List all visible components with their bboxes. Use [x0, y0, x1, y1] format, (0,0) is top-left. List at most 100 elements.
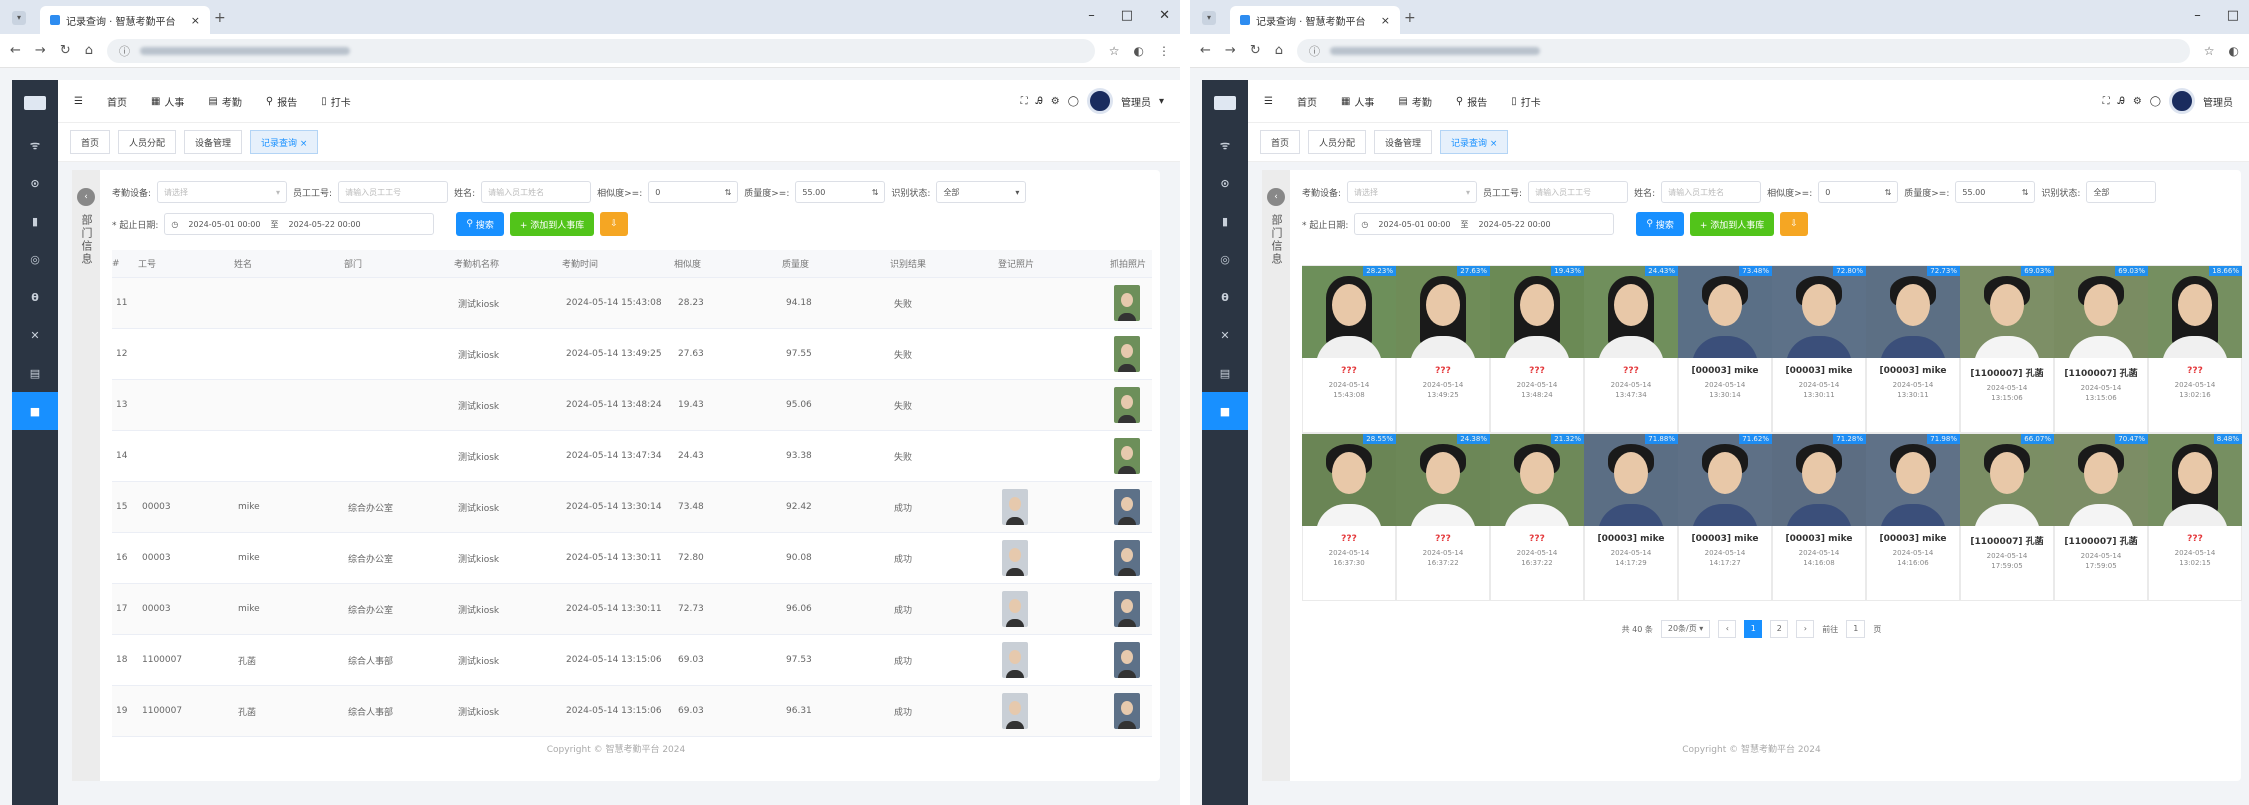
tag-home[interactable]: 首页 — [1260, 130, 1301, 154]
column-header[interactable]: 质量度 — [782, 257, 890, 270]
capture-photo[interactable]: 69.03% — [1960, 266, 2054, 358]
quality-input[interactable]: 55.00 ⇅ — [795, 181, 886, 203]
font-size-icon[interactable]: Ꭿ — [1036, 96, 1043, 107]
menu-icon[interactable]: ⋮ — [1158, 44, 1170, 58]
similarity-input[interactable]: 0 ⇅ — [1818, 181, 1899, 203]
add-to-personnel-button[interactable]: + 添加到人事库 — [1689, 212, 1775, 236]
capture-card[interactable]: 66.07% [1100007] 孔菡 2024-05-14 17:59:05 — [1960, 433, 2054, 601]
capture-photo[interactable]: 27.63% — [1396, 266, 1490, 358]
capture-card[interactable]: 71.62% [00003] mike 2024-05-14 14:17:27 — [1678, 433, 1772, 601]
capture-photo[interactable]: 18.66% — [2148, 266, 2242, 358]
bookmark-star-icon[interactable]: ☆ — [1109, 44, 1120, 58]
table-row[interactable]: 11 测试kiosk 2024-05-14 15:43:08 28.23 94.18 失败 — [112, 278, 1152, 329]
goto-page-input[interactable]: 1 — [1846, 620, 1866, 638]
table-row[interactable]: 12 测试kiosk 2024-05-14 13:49:25 27.63 97.55 失败 — [112, 329, 1152, 380]
sidebar-item-records[interactable]: ■ — [1202, 392, 1248, 430]
tag-record-query[interactable]: 记录查询 × — [1440, 130, 1509, 154]
next-page-button[interactable]: › — [1796, 620, 1815, 638]
font-size-icon[interactable]: Ꭿ — [2118, 96, 2125, 107]
registered-photo[interactable] — [1002, 540, 1028, 576]
similarity-input[interactable]: 0 ⇅ — [648, 181, 739, 203]
theme-icon[interactable]: ◯ — [1068, 96, 1079, 107]
status-select[interactable]: 全部 — [2086, 181, 2157, 203]
stepper-icon[interactable]: ⇅ — [725, 188, 732, 197]
tab-list-button[interactable]: ▾ — [12, 11, 26, 25]
site-info-icon[interactable]: ⓘ — [1309, 43, 1320, 59]
user-name[interactable]: 管理员 — [2203, 94, 2233, 109]
table-row[interactable]: 15 00003 mike 综合办公室 测试kiosk 2024-05-14 13:30:… — [112, 482, 1152, 533]
maximize-button[interactable]: □ — [1121, 8, 1133, 23]
menu-home[interactable]: 首页 — [107, 94, 127, 109]
sidebar-item-wifi[interactable]: ᯤ — [1202, 126, 1248, 164]
menu-home[interactable]: 首页 — [1297, 94, 1317, 109]
capture-photo[interactable]: 71.28% — [1772, 434, 1866, 526]
capture-photo[interactable]: 28.23% — [1302, 266, 1396, 358]
sidebar-item-eye[interactable]: ◎ — [12, 240, 58, 278]
captured-photo[interactable] — [1114, 489, 1140, 525]
capture-photo[interactable]: 71.62% — [1678, 434, 1772, 526]
search-button[interactable]: ⚲ 搜索 — [1636, 212, 1684, 236]
hamburger-icon[interactable]: ☰ — [74, 96, 83, 107]
page-size-select[interactable]: 20条/页 ▾ — [1660, 620, 1711, 638]
sidebar-item-target[interactable]: ⊙ — [1202, 164, 1248, 202]
reload-icon[interactable]: ↻ — [60, 43, 71, 58]
sidebar-item-tools[interactable]: ✕ — [1202, 316, 1248, 354]
column-header[interactable]: 识别结果 — [890, 257, 998, 270]
capture-photo[interactable]: 71.98% — [1866, 434, 1960, 526]
dept-toggle-button[interactable]: ‹ — [77, 188, 95, 206]
menu-personnel[interactable]: ▦ 人事 — [1341, 94, 1374, 109]
hamburger-icon[interactable]: ☰ — [1264, 96, 1273, 107]
tab-list-button[interactable]: ▾ — [1202, 11, 1216, 25]
forward-icon[interactable]: → — [35, 43, 46, 58]
capture-card[interactable]: 8.48%??? 2024-05-14 13:02:15 — [2148, 433, 2242, 601]
name-input[interactable]: 请输入员工姓名 — [481, 181, 592, 203]
capture-card[interactable]: 69.03% [1100007] 孔菡 2024-05-14 13:15:06 — [1960, 265, 2054, 433]
back-icon[interactable]: ← — [1200, 43, 1211, 58]
capture-card[interactable]: 70.47% [1100007] 孔菡 2024-05-14 17:59:05 — [2054, 433, 2148, 601]
menu-clockin[interactable]: ▯ 打卡 — [321, 94, 351, 109]
new-tab-button[interactable]: + — [1404, 10, 1416, 26]
sidebar-item-records[interactable]: ■ — [12, 392, 58, 430]
column-header[interactable]: 姓名 — [234, 257, 344, 270]
forward-icon[interactable]: → — [1225, 43, 1236, 58]
stepper-icon[interactable]: ⇅ — [1885, 188, 1892, 197]
tab-close-button[interactable]: × — [1381, 14, 1390, 27]
url-field[interactable]: ⓘ — [1296, 38, 2190, 63]
dept-toggle-button[interactable]: ‹ — [1267, 188, 1285, 206]
capture-photo[interactable]: 28.55% — [1302, 434, 1396, 526]
captured-photo[interactable] — [1114, 336, 1140, 372]
menu-report[interactable]: ⚲ 报告 — [266, 94, 297, 109]
capture-photo[interactable]: 24.38% — [1396, 434, 1490, 526]
sidebar-item-user[interactable]: θ — [12, 278, 58, 316]
capture-card[interactable]: 28.23%??? 2024-05-14 15:43:08 — [1302, 265, 1396, 433]
browser-tab[interactable]: 记录查询 · 智慧考勤平台 × — [1230, 6, 1400, 34]
capture-card[interactable]: 71.28% [00003] mike 2024-05-14 14:16:08 — [1772, 433, 1866, 601]
url-field[interactable]: ⓘ — [106, 38, 1095, 63]
capture-card[interactable]: 19.43%??? 2024-05-14 13:48:24 — [1490, 265, 1584, 433]
add-to-personnel-button[interactable]: + 添加到人事库 — [509, 212, 595, 236]
capture-photo[interactable]: 72.73% — [1866, 266, 1960, 358]
table-row[interactable]: 14 测试kiosk 2024-05-14 13:47:34 24.43 93.38 失败 — [112, 431, 1152, 482]
sidebar-item-chart[interactable]: ▮ — [1202, 202, 1248, 240]
registered-photo[interactable] — [1002, 489, 1028, 525]
capture-photo[interactable]: 71.88% — [1584, 434, 1678, 526]
column-header[interactable]: 抓拍照片 — [1110, 257, 1152, 270]
tag-record-query[interactable]: 记录查询 × — [250, 130, 319, 154]
sidebar-item-wifi[interactable]: ᯤ — [12, 126, 58, 164]
menu-attendance[interactable]: ▤ 考勤 — [208, 94, 241, 109]
menu-attendance[interactable]: ▤ 考勤 — [1398, 94, 1431, 109]
captured-photo[interactable] — [1114, 642, 1140, 678]
fullscreen-icon[interactable]: ⛶ — [1021, 96, 1028, 107]
reload-icon[interactable]: ↻ — [1250, 43, 1261, 58]
table-row[interactable]: 13 测试kiosk 2024-05-14 13:48:24 19.43 95.06 失败 — [112, 380, 1152, 431]
captured-photo[interactable] — [1114, 540, 1140, 576]
capture-card[interactable]: 73.48% [00003] mike 2024-05-14 13:30:14 — [1678, 265, 1772, 433]
capture-card[interactable]: 21.32%??? 2024-05-14 16:37:22 — [1490, 433, 1584, 601]
capture-card[interactable]: 24.43%??? 2024-05-14 13:47:34 — [1584, 265, 1678, 433]
tag-device-manage[interactable]: 设备管理 — [1374, 130, 1433, 154]
site-info-icon[interactable]: ⓘ — [119, 43, 130, 59]
menu-personnel[interactable]: ▦ 人事 — [151, 94, 184, 109]
captured-photo[interactable] — [1114, 591, 1140, 627]
status-select[interactable]: 全部 ▾ — [936, 181, 1027, 203]
table-row[interactable]: 18 1100007 孔菡 综合人事部 测试kiosk 2024-05-14 13:15:… — [112, 635, 1152, 686]
